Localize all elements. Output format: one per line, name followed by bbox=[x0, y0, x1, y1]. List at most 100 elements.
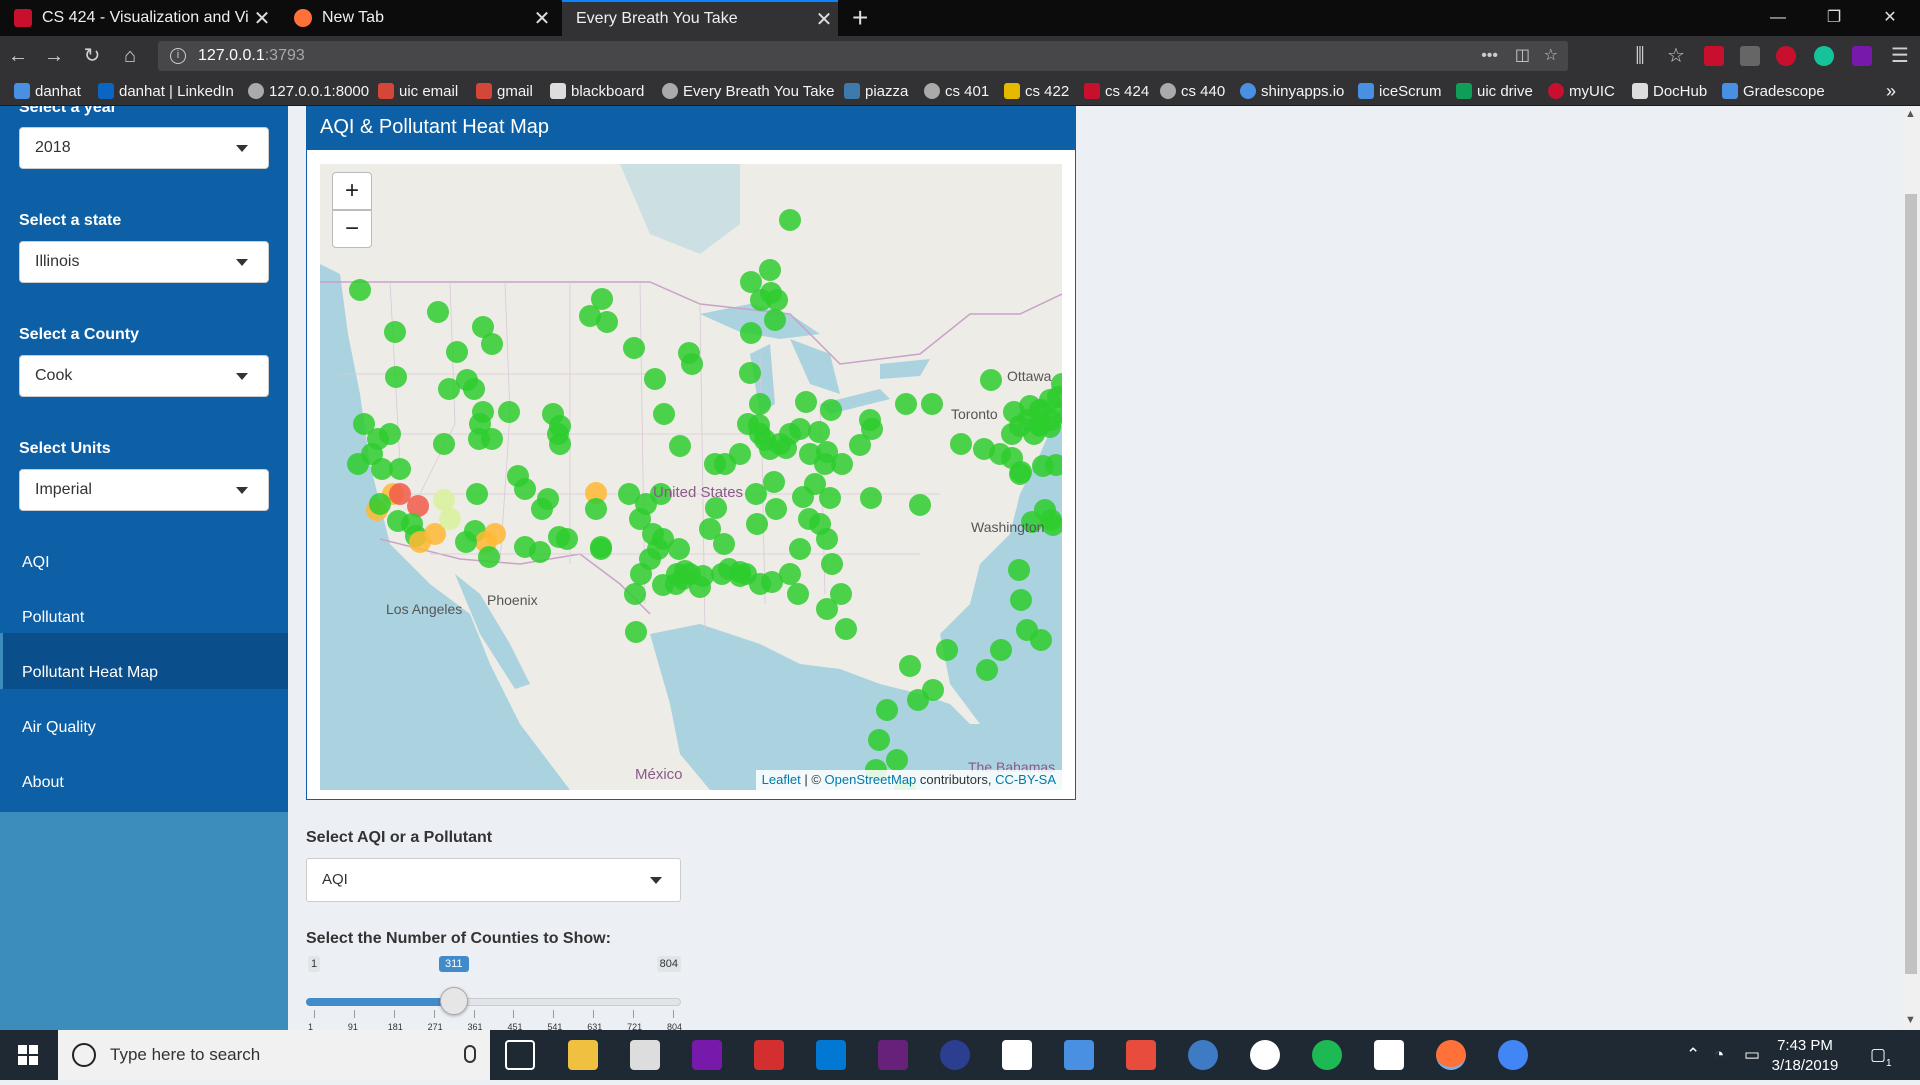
osm-link[interactable]: OpenStreetMap bbox=[825, 772, 917, 787]
page-scrollbar[interactable]: ▲ ▼ bbox=[1902, 106, 1920, 1030]
pocket-icon[interactable]: ◫ bbox=[1515, 41, 1530, 71]
bookmark-cs422[interactable]: cs 422 bbox=[1004, 81, 1069, 101]
documents-icon[interactable] bbox=[1374, 1040, 1404, 1070]
bookmark-cs440[interactable]: cs 440 bbox=[1160, 81, 1225, 101]
battery-icon[interactable]: ▭ bbox=[1744, 1045, 1760, 1065]
page-actions-icon[interactable]: ••• bbox=[1481, 41, 1498, 71]
aqi-marker[interactable] bbox=[433, 433, 455, 455]
aqi-marker[interactable] bbox=[907, 689, 929, 711]
aqi-marker[interactable] bbox=[689, 576, 711, 598]
aqi-marker[interactable] bbox=[789, 538, 811, 560]
minimize-button[interactable]: — bbox=[1750, 0, 1806, 36]
bookmark-shinyapps[interactable]: shinyapps.io bbox=[1240, 81, 1344, 101]
aqi-marker[interactable] bbox=[886, 749, 908, 771]
reload-icon[interactable]: ↻ bbox=[80, 44, 104, 68]
aqi-marker[interactable] bbox=[439, 508, 461, 530]
task-view-icon[interactable] bbox=[505, 1040, 535, 1070]
notifications-icon[interactable]: ▢ bbox=[1870, 1045, 1886, 1065]
aqi-marker[interactable] bbox=[816, 528, 838, 550]
aqi-marker[interactable] bbox=[779, 563, 801, 585]
aqi-marker[interactable] bbox=[795, 391, 817, 413]
aqi-marker[interactable] bbox=[980, 369, 1002, 391]
aqi-marker[interactable] bbox=[808, 421, 830, 443]
aqi-marker[interactable] bbox=[899, 655, 921, 677]
aqi-marker[interactable] bbox=[590, 536, 612, 558]
aqi-marker[interactable] bbox=[909, 494, 931, 516]
units-select[interactable]: Imperial bbox=[19, 469, 269, 511]
close-icon[interactable]: ✕ bbox=[810, 7, 838, 32]
bookmark-blackboard[interactable]: blackboard bbox=[550, 81, 644, 101]
tab-cs424[interactable]: CS 424 - Visualization and Visu ✕ bbox=[0, 0, 276, 36]
aqi-marker[interactable] bbox=[389, 458, 411, 480]
bookmark-gmail[interactable]: gmail bbox=[476, 81, 533, 101]
close-icon[interactable]: ✕ bbox=[248, 6, 276, 31]
aqi-marker[interactable] bbox=[1008, 559, 1030, 581]
aqi-marker[interactable] bbox=[746, 513, 768, 535]
bookmark-gradescope[interactable]: Gradescope bbox=[1722, 81, 1825, 101]
aqi-marker[interactable] bbox=[765, 498, 787, 520]
aqi-marker[interactable] bbox=[681, 353, 703, 375]
pollutant-select[interactable]: AQI bbox=[306, 858, 681, 902]
state-select[interactable]: Illinois bbox=[19, 241, 269, 283]
aqi-marker[interactable] bbox=[816, 441, 838, 463]
aqi-marker[interactable] bbox=[820, 399, 842, 421]
aqi-marker[interactable] bbox=[766, 289, 788, 311]
aqi-marker[interactable] bbox=[775, 437, 797, 459]
bookmark-cs424[interactable]: cs 424 bbox=[1084, 81, 1149, 101]
taskbar-clock[interactable]: 7:43 PM 3/18/2019 bbox=[1760, 1036, 1850, 1076]
file-explorer-icon[interactable] bbox=[568, 1040, 598, 1070]
bookmark-piazza[interactable]: piazza bbox=[844, 81, 908, 101]
spotify-icon[interactable] bbox=[1312, 1040, 1342, 1070]
r-icon[interactable] bbox=[1188, 1040, 1218, 1070]
aqi-marker[interactable] bbox=[789, 418, 811, 440]
aqi-marker[interactable] bbox=[718, 558, 740, 580]
aqi-marker[interactable] bbox=[745, 483, 767, 505]
bookmark-star-icon[interactable]: ☆ bbox=[1544, 41, 1558, 71]
aqi-marker[interactable] bbox=[821, 553, 843, 575]
aqi-marker[interactable] bbox=[1010, 461, 1032, 483]
aqi-marker[interactable] bbox=[876, 699, 898, 721]
aqi-marker[interactable] bbox=[779, 209, 801, 231]
scroll-up-icon[interactable]: ▲ bbox=[1905, 108, 1916, 120]
menu-icon[interactable]: ☰ bbox=[1888, 44, 1912, 68]
aqi-marker[interactable] bbox=[976, 659, 998, 681]
aqi-marker[interactable] bbox=[754, 429, 776, 451]
itunes-icon[interactable] bbox=[1250, 1040, 1280, 1070]
aqi-marker[interactable] bbox=[674, 560, 696, 582]
license-link[interactable]: CC-BY-SA bbox=[995, 772, 1056, 787]
aqi-marker[interactable] bbox=[438, 378, 460, 400]
bookmark-uic-email[interactable]: uic email bbox=[378, 81, 458, 101]
firefox-icon[interactable] bbox=[1436, 1040, 1466, 1070]
library-icon[interactable]: ⫼ bbox=[1628, 44, 1652, 68]
year-select[interactable]: 2018 bbox=[19, 127, 269, 169]
wifi-icon[interactable]: ◔ bbox=[1714, 1045, 1724, 1065]
aqi-marker[interactable] bbox=[1010, 589, 1032, 611]
windows-start-icon[interactable] bbox=[0, 1030, 58, 1080]
acrobat-icon[interactable] bbox=[754, 1040, 784, 1070]
bookmark-myuic[interactable]: myUIC bbox=[1548, 81, 1615, 101]
info-icon[interactable]: i bbox=[170, 48, 186, 64]
tray-overflow-icon[interactable]: ⌃ bbox=[1686, 1045, 1700, 1065]
aqi-marker[interactable] bbox=[816, 598, 838, 620]
counties-slider[interactable]: 1 804 311 1 91 181 271 361 451 541 631 721 804 bbox=[306, 956, 682, 1030]
bookmark-cs401[interactable]: cs 401 bbox=[924, 81, 989, 101]
aqi-marker[interactable] bbox=[860, 487, 882, 509]
zoom-in-button[interactable]: + bbox=[332, 172, 372, 210]
aqi-marker[interactable] bbox=[787, 583, 809, 605]
aqi-marker[interactable] bbox=[484, 523, 506, 545]
aqi-marker[interactable] bbox=[623, 337, 645, 359]
scroll-thumb[interactable] bbox=[1905, 194, 1917, 974]
aqi-marker[interactable] bbox=[653, 403, 675, 425]
ublock-icon[interactable] bbox=[1776, 46, 1796, 66]
aqi-marker[interactable] bbox=[764, 309, 786, 331]
aqi-marker[interactable] bbox=[835, 618, 857, 640]
restore-button[interactable]: ❐ bbox=[1806, 0, 1862, 36]
aqi-marker[interactable] bbox=[936, 639, 958, 661]
aqi-marker[interactable] bbox=[921, 393, 943, 415]
home-icon[interactable]: ⌂ bbox=[118, 44, 142, 68]
back-icon[interactable]: ← bbox=[6, 44, 30, 68]
aqi-marker[interactable] bbox=[739, 362, 761, 384]
aqi-marker[interactable] bbox=[763, 471, 785, 493]
aqi-marker[interactable] bbox=[740, 322, 762, 344]
leaflet-map[interactable]: + − Ottawa Toronto United States Washing… bbox=[320, 164, 1062, 790]
